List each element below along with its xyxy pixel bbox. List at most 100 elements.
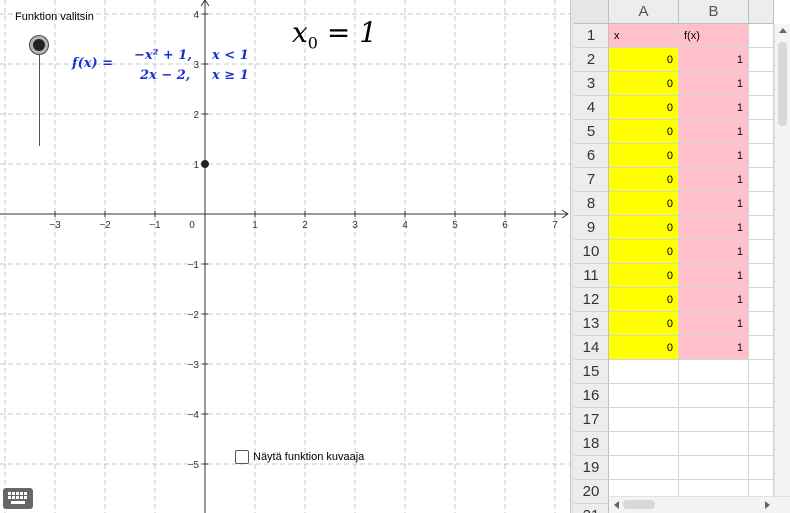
cell-a-empty[interactable] [609, 360, 679, 384]
row-header[interactable]: 8 [574, 192, 609, 216]
cell-b-empty[interactable] [679, 456, 749, 480]
cell-a-empty[interactable] [609, 408, 679, 432]
cell-a[interactable]: 0 [609, 144, 679, 168]
cell-c-empty[interactable] [749, 360, 774, 384]
cell-c-empty[interactable] [749, 168, 774, 192]
horizontal-scroll-thumb[interactable] [623, 500, 655, 509]
column-header-b[interactable]: B [679, 0, 749, 24]
cell-b[interactable]: 1 [679, 240, 749, 264]
column-header-c[interactable] [749, 0, 774, 24]
cell-c-empty[interactable] [749, 48, 774, 72]
row-header[interactable]: 4 [574, 96, 609, 120]
cell-b-empty[interactable] [679, 432, 749, 456]
scroll-left-icon[interactable] [614, 501, 619, 509]
graphics-view[interactable]: −3 −2 −1 0 1 2 3 4 5 6 7 4 3 2 1 −1 −2 −3 −4 −5 Funktion va… [0, 0, 570, 513]
cell-b[interactable]: 1 [679, 120, 749, 144]
cell-b[interactable]: 1 [679, 312, 749, 336]
row-header[interactable]: 21 [574, 504, 609, 513]
cell-a[interactable]: 0 [609, 336, 679, 360]
cell-b[interactable]: 1 [679, 216, 749, 240]
cell-c-empty[interactable] [749, 72, 774, 96]
slider-track[interactable] [39, 44, 40, 146]
row-header[interactable]: 12 [574, 288, 609, 312]
cell-a[interactable]: 0 [609, 264, 679, 288]
keyboard-icon[interactable] [3, 488, 33, 509]
row-header[interactable]: 16 [574, 384, 609, 408]
coordinate-grid[interactable]: −3 −2 −1 0 1 2 3 4 5 6 7 4 3 2 1 −1 −2 −3 −4 −5 [0, 0, 570, 513]
row-header[interactable]: 9 [574, 216, 609, 240]
scroll-up-icon[interactable] [779, 28, 787, 33]
cell-c-empty[interactable] [749, 408, 774, 432]
scroll-right-icon[interactable] [765, 501, 770, 509]
x-tick-label: 4 [402, 220, 408, 231]
cell-c-empty[interactable] [749, 24, 774, 48]
spreadsheet-view[interactable]: A B 1 x f(x) 2 0 1 3 0 1 4 0 1 5 0 1 6 0 1 7 0 1 8 0 1 9 0 1 10 0 1 11… [574, 0, 790, 513]
row-header[interactable]: 11 [574, 264, 609, 288]
cell-b[interactable]: 1 [679, 48, 749, 72]
cell-b-header[interactable]: f(x) [679, 24, 749, 48]
checkbox-box[interactable] [235, 450, 249, 464]
cell-a[interactable]: 0 [609, 240, 679, 264]
cell-b-empty[interactable] [679, 360, 749, 384]
cell-a[interactable]: 0 [609, 192, 679, 216]
point-marker[interactable] [201, 160, 209, 168]
cell-c-empty[interactable] [749, 240, 774, 264]
row-header[interactable]: 5 [574, 120, 609, 144]
cell-b-empty[interactable] [679, 408, 749, 432]
row-header[interactable]: 13 [574, 312, 609, 336]
cell-c-empty[interactable] [749, 96, 774, 120]
cell-a[interactable]: 0 [609, 96, 679, 120]
cell-b[interactable]: 1 [679, 96, 749, 120]
row-header[interactable]: 20 [574, 480, 609, 504]
row-header[interactable]: 10 [574, 240, 609, 264]
cell-a-header[interactable]: x [609, 24, 679, 48]
row-header[interactable]: 6 [574, 144, 609, 168]
cell-b[interactable]: 1 [679, 144, 749, 168]
cell-a[interactable]: 0 [609, 312, 679, 336]
cell-a[interactable]: 0 [609, 288, 679, 312]
row-header[interactable]: 7 [574, 168, 609, 192]
row-header[interactable]: 19 [574, 456, 609, 480]
cell-c-empty[interactable] [749, 432, 774, 456]
cell-c-empty[interactable] [749, 144, 774, 168]
cell-a-empty[interactable] [609, 384, 679, 408]
cell-c-empty[interactable] [749, 216, 774, 240]
cell-a[interactable]: 0 [609, 48, 679, 72]
cell-a[interactable]: 0 [609, 168, 679, 192]
row-header[interactable]: 1 [574, 24, 609, 48]
cell-a[interactable]: 0 [609, 120, 679, 144]
cell-c-empty[interactable] [749, 336, 774, 360]
cell-c-empty[interactable] [749, 264, 774, 288]
cell-a[interactable]: 0 [609, 72, 679, 96]
cell-b[interactable]: 1 [679, 336, 749, 360]
cell-a[interactable]: 0 [609, 216, 679, 240]
cell-c-empty[interactable] [749, 288, 774, 312]
cell-b[interactable]: 1 [679, 72, 749, 96]
horizontal-scrollbar[interactable] [609, 496, 790, 513]
show-graph-checkbox[interactable]: Näytä funktion kuvaaja [235, 450, 364, 464]
row-header[interactable]: 3 [574, 72, 609, 96]
cell-b[interactable]: 1 [679, 264, 749, 288]
cell-c-empty[interactable] [749, 192, 774, 216]
cell-b[interactable]: 1 [679, 288, 749, 312]
vertical-scroll-thumb[interactable] [778, 42, 787, 126]
cell-c-empty[interactable] [749, 456, 774, 480]
cell-a-empty[interactable] [609, 456, 679, 480]
column-header-a[interactable]: A [609, 0, 679, 24]
cell-c-empty[interactable] [749, 384, 774, 408]
cell-a-empty[interactable] [609, 432, 679, 456]
checkbox-label[interactable]: Näytä funktion kuvaaja [253, 451, 364, 463]
cell-b[interactable]: 1 [679, 192, 749, 216]
row-header[interactable]: 17 [574, 408, 609, 432]
spreadsheet-corner[interactable] [574, 0, 609, 24]
slider-knob[interactable] [30, 36, 48, 54]
row-header[interactable]: 2 [574, 48, 609, 72]
row-header[interactable]: 18 [574, 432, 609, 456]
row-header[interactable]: 14 [574, 336, 609, 360]
cell-c-empty[interactable] [749, 312, 774, 336]
cell-b[interactable]: 1 [679, 168, 749, 192]
vertical-scrollbar[interactable] [774, 24, 790, 496]
cell-c-empty[interactable] [749, 120, 774, 144]
row-header[interactable]: 15 [574, 360, 609, 384]
cell-b-empty[interactable] [679, 384, 749, 408]
